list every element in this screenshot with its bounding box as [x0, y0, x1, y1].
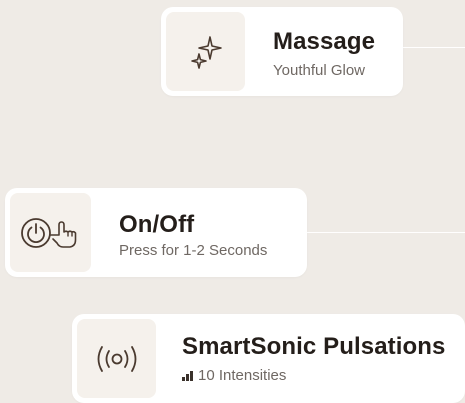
- on-off-card: On/Off Press for 1-2 Seconds: [5, 188, 307, 277]
- on-off-icon-tile: [10, 193, 91, 272]
- smartsonic-title: SmartSonic Pulsations: [182, 333, 446, 360]
- sparkle-icon: [190, 35, 222, 69]
- on-off-subtitle: Press for 1-2 Seconds: [119, 242, 268, 259]
- massage-subtitle: Youthful Glow: [273, 62, 366, 79]
- connector-line-massage: [403, 47, 465, 48]
- power-press-icon: [20, 217, 76, 248]
- massage-title: Massage: [273, 28, 376, 55]
- smartsonic-subtitle-row: 10 Intensities: [182, 367, 286, 384]
- smartsonic-card: SmartSonic Pulsations 10 Intensities: [72, 314, 465, 403]
- signal-bars-icon: [182, 371, 193, 381]
- sonic-wave-icon: [97, 345, 136, 372]
- on-off-title: On/Off: [119, 211, 195, 238]
- massage-icon-tile: [166, 12, 245, 91]
- massage-card: Massage Youthful Glow: [161, 7, 403, 96]
- connector-line-on-off: [307, 232, 465, 233]
- smartsonic-icon-tile: [77, 319, 156, 398]
- smartsonic-subtitle: 10 Intensities: [198, 367, 287, 384]
